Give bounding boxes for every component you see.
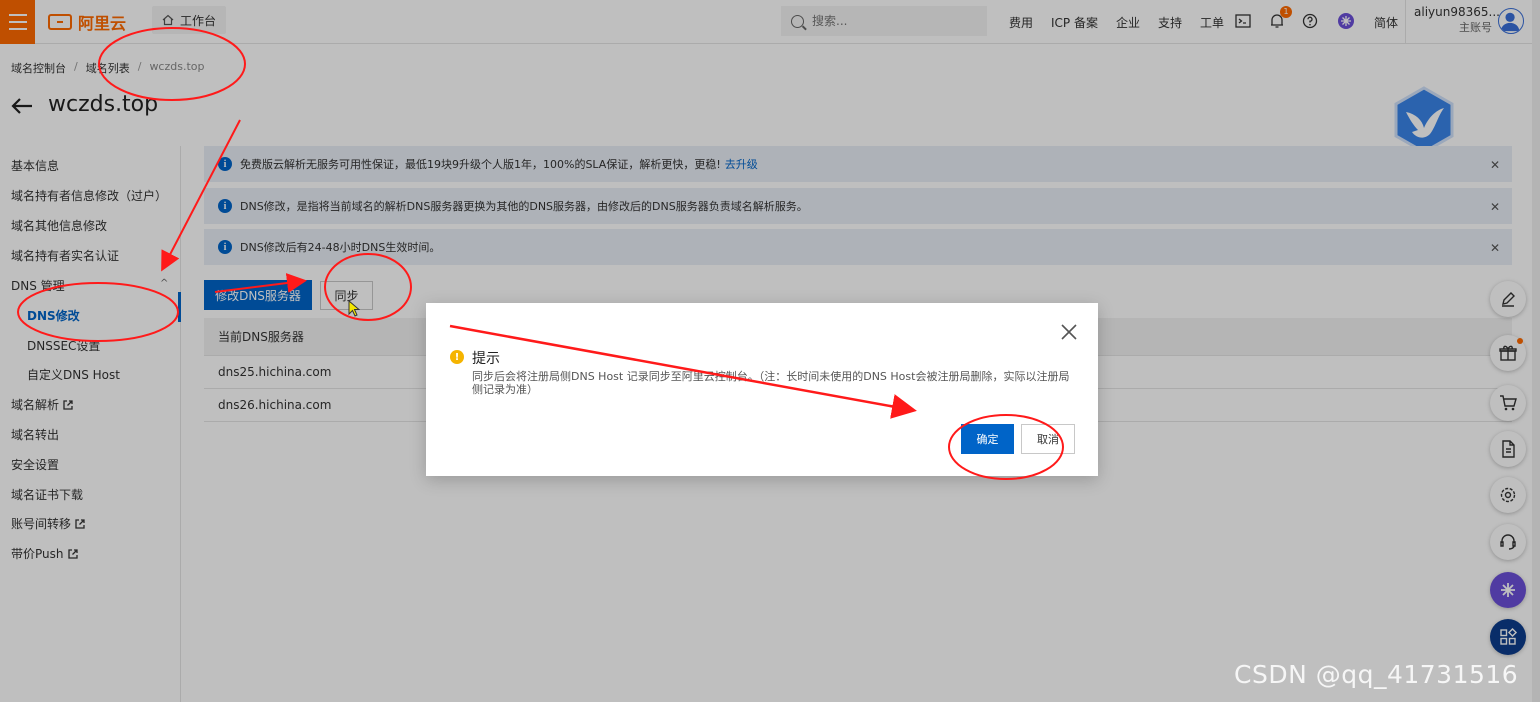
watermark: CSDN @qq_41731516: [1234, 660, 1519, 689]
cancel-button[interactable]: 取消: [1021, 424, 1075, 454]
mouse-cursor-icon: [348, 300, 360, 317]
dialog-title: 提示: [472, 351, 500, 367]
dialog-message: 同步后会将注册局侧DNS Host 记录同步至阿里云控制台。（注：长时间未使用的…: [472, 370, 1070, 396]
warning-icon: !: [450, 350, 464, 364]
sync-confirm-dialog: ! 提示 同步后会将注册局侧DNS Host 记录同步至阿里云控制台。（注：长时…: [426, 303, 1098, 476]
close-icon[interactable]: [1060, 323, 1078, 341]
confirm-button[interactable]: 确定: [961, 424, 1014, 454]
